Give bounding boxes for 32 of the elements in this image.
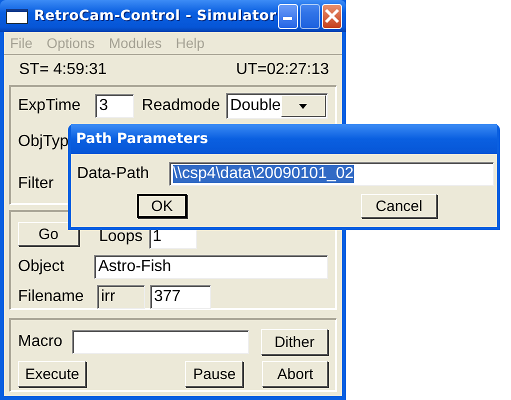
field-label: Loops — [99, 228, 143, 246]
exptime-field[interactable]: 3 — [95, 94, 134, 118]
filename-number-field[interactable]: 377 — [150, 285, 211, 309]
minimize-icon — [283, 16, 294, 22]
field-label: Readmode — [142, 97, 220, 115]
macro-field[interactable] — [72, 330, 249, 354]
ok-button[interactable]: OK — [137, 194, 187, 218]
close-button[interactable] — [322, 4, 342, 28]
minimize-button[interactable] — [278, 4, 298, 28]
field-label: Macro — [18, 333, 64, 351]
field-label: Object — [18, 258, 66, 276]
field-label: ExpTime — [18, 97, 82, 115]
maximize-button[interactable] — [300, 4, 320, 28]
cancel-button[interactable]: Cancel — [361, 194, 437, 218]
field-label: Filename — [18, 288, 85, 306]
pause-button[interactable]: Pause — [185, 361, 244, 387]
data-path-field[interactable]: \\csp4\data\20090101_02 — [169, 162, 494, 186]
go-button[interactable]: Go — [18, 222, 79, 246]
dialog-title: Path Parameters — [71, 124, 497, 154]
window-title: RetroCam-Control - Simulator — [34, 8, 276, 24]
abort-button[interactable]: Abort — [262, 361, 328, 387]
execute-button[interactable]: Execute — [18, 361, 86, 387]
field-label: Filter — [18, 175, 54, 193]
app-icon — [6, 8, 28, 24]
field-label: Data-Path — [77, 165, 150, 183]
close-icon — [324, 8, 340, 24]
object-field[interactable]: Astro-Fish — [94, 255, 328, 279]
readmode-dropdown[interactable]: Double — [226, 93, 328, 119]
universal-time: UT=02:27:13 — [236, 61, 329, 79]
sidereal-time: ST= 4:59:31 — [19, 61, 107, 79]
dither-button[interactable]: Dither — [260, 329, 328, 355]
field-label: ObjTyp — [18, 133, 69, 151]
